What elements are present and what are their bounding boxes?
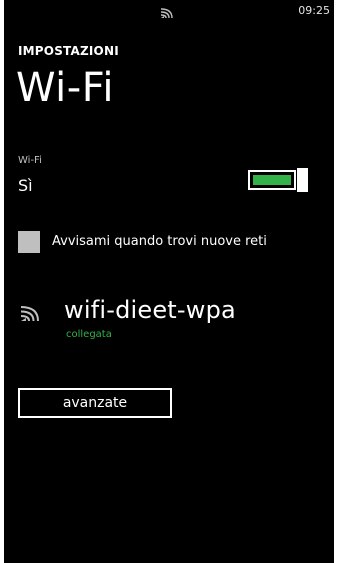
notify-checkbox[interactable] xyxy=(18,231,40,253)
network-name: wifi-dieet-wpa xyxy=(64,296,236,324)
wifi-toggle-label: Wi-Fi xyxy=(18,155,42,166)
toggle-thumb[interactable] xyxy=(297,168,308,192)
phone-screen: 09:25 IMPOSTAZIONI Wi-Fi Wi-Fi Sì Avvisa… xyxy=(4,0,334,563)
network-status: collegata xyxy=(66,329,112,340)
page-title: Wi-Fi xyxy=(16,65,114,111)
app-title: IMPOSTAZIONI xyxy=(18,44,119,58)
status-time: 09:25 xyxy=(298,4,330,17)
network-item[interactable]: wifi-dieet-wpa collegata xyxy=(18,296,318,348)
wifi-toggle-state: Sì xyxy=(18,176,33,195)
status-bar: 09:25 xyxy=(4,0,334,24)
wifi-signal-icon xyxy=(20,304,42,322)
notify-label: Avvisami quando trovi nuove reti xyxy=(52,234,267,249)
toggle-fill xyxy=(253,175,291,185)
notify-new-networks-row[interactable]: Avvisami quando trovi nuove reti xyxy=(18,231,318,253)
wifi-toggle-switch[interactable] xyxy=(248,168,308,192)
advanced-button[interactable]: avanzate xyxy=(18,388,172,418)
wifi-signal-icon xyxy=(160,4,174,19)
toggle-track xyxy=(248,170,296,190)
